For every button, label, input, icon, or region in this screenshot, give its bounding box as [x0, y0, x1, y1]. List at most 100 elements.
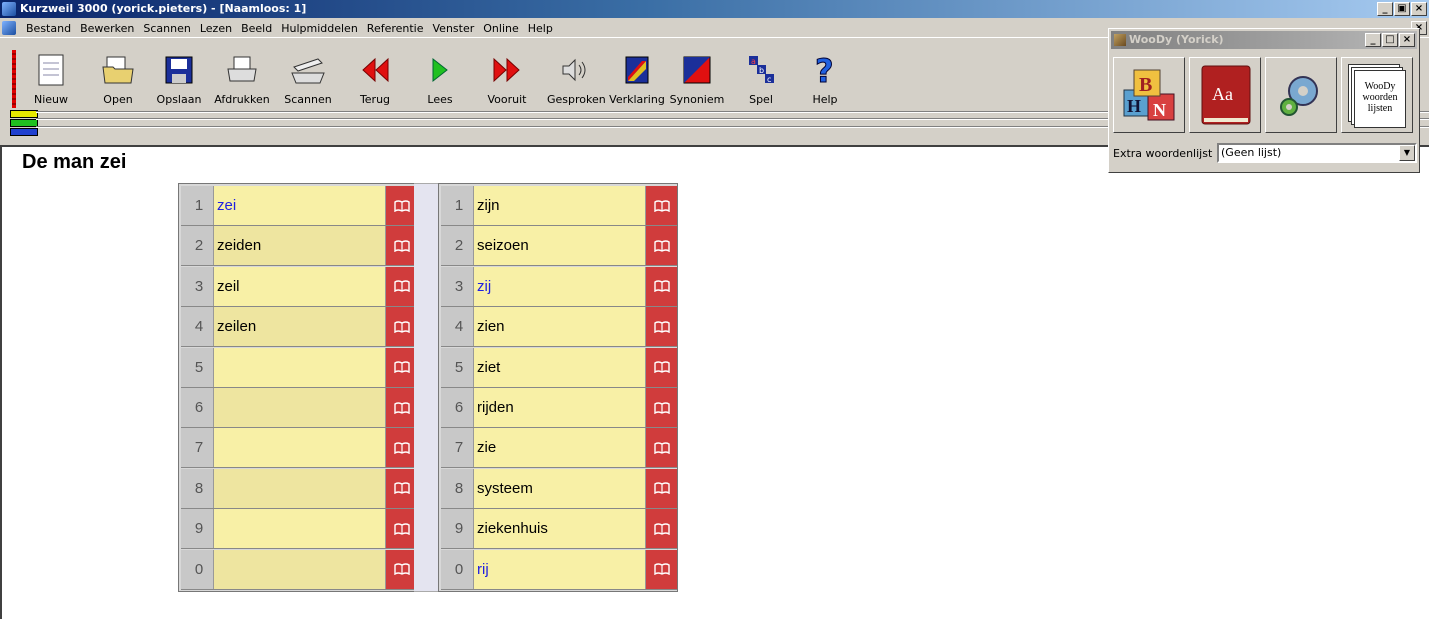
synoniem-button[interactable]: Synoniem	[669, 52, 725, 108]
prediction-row[interactable]: 1 zijn	[441, 186, 677, 226]
prediction-word[interactable]: seizoen	[474, 226, 646, 266]
prediction-row[interactable]: 1 zei	[181, 186, 417, 226]
open-book-icon[interactable]	[386, 266, 417, 306]
prediction-word[interactable]: rijden	[474, 388, 646, 427]
open-book-icon[interactable]	[386, 226, 417, 266]
terug-button[interactable]: Terug	[347, 52, 403, 108]
open-book-icon[interactable]	[386, 307, 417, 347]
prediction-row[interactable]: 6	[181, 388, 417, 428]
prediction-word[interactable]: rij	[474, 549, 646, 589]
prediction-word[interactable]	[214, 388, 386, 427]
open-book-icon[interactable]	[386, 186, 417, 225]
menu-scannen[interactable]: Scannen	[139, 22, 195, 35]
open-book-icon[interactable]	[646, 347, 677, 387]
menu-beeld[interactable]: Beeld	[237, 22, 277, 35]
app-icon[interactable]	[2, 2, 16, 16]
gesproken-button[interactable]: Gesproken	[547, 52, 606, 108]
document-icon[interactable]	[2, 21, 16, 35]
prediction-word[interactable]: systeem	[474, 468, 646, 508]
prediction-row[interactable]: 3 zij	[441, 266, 677, 307]
menu-bewerken[interactable]: Bewerken	[76, 22, 139, 35]
prediction-row[interactable]: 7 zie	[441, 428, 677, 469]
prediction-row[interactable]: 2 seizoen	[441, 226, 677, 267]
minimize-icon[interactable]: _	[1377, 2, 1393, 16]
prediction-row[interactable]: 9 ziekenhuis	[441, 509, 677, 550]
open-book-icon[interactable]	[386, 428, 417, 468]
open-button[interactable]: Open	[90, 52, 146, 108]
prediction-word[interactable]	[214, 347, 386, 387]
prediction-word[interactable]	[214, 468, 386, 508]
restore-icon[interactable]: ▣	[1394, 2, 1410, 16]
verklaring-button[interactable]: Verklaring	[609, 52, 665, 108]
title-bar[interactable]: Kurzweil 3000 (yorick.pieters) - [Naamlo…	[0, 0, 1429, 18]
open-book-icon[interactable]	[646, 428, 677, 468]
open-book-icon[interactable]	[646, 266, 677, 306]
prediction-row[interactable]: 6 rijden	[441, 388, 677, 428]
prediction-word[interactable]: zeil	[214, 266, 386, 306]
open-book-icon[interactable]	[646, 388, 677, 427]
close-icon[interactable]: ×	[1411, 2, 1427, 16]
nieuw-button[interactable]: Nieuw	[23, 52, 79, 108]
afdrukken-button[interactable]: Afdrukken	[214, 52, 270, 108]
open-book-icon[interactable]	[646, 549, 677, 589]
menu-bestand[interactable]: Bestand	[22, 22, 76, 35]
menu-help[interactable]: Help	[524, 22, 558, 35]
woody-abc-button[interactable]: B H N	[1113, 57, 1185, 133]
menu-lezen[interactable]: Lezen	[196, 22, 237, 35]
help-button[interactable]: ? Help	[797, 52, 853, 108]
minimize-icon[interactable]: _	[1365, 33, 1381, 47]
prediction-word[interactable]	[214, 509, 386, 549]
menu-venster[interactable]: Venster	[429, 22, 480, 35]
prediction-word[interactable]: zeiden	[214, 226, 386, 266]
lees-button[interactable]: Lees	[412, 52, 468, 108]
prediction-word[interactable]: zei	[214, 186, 386, 225]
spel-button[interactable]: a b c Spel	[733, 52, 789, 108]
woody-wordlists-button[interactable]: WooDy woorden lijsten	[1341, 57, 1413, 133]
prediction-word[interactable]: zien	[474, 307, 646, 347]
prediction-row[interactable]: 2 zeiden	[181, 226, 417, 267]
prediction-row[interactable]: 8 systeem	[441, 468, 677, 509]
prediction-word[interactable]: zijn	[474, 186, 646, 225]
open-book-icon[interactable]	[646, 468, 677, 508]
prediction-row[interactable]: 3 zeil	[181, 266, 417, 307]
prediction-row[interactable]: 5 ziet	[441, 347, 677, 388]
open-book-icon[interactable]	[386, 388, 417, 427]
woody-dictionary-button[interactable]: Aa	[1189, 57, 1261, 133]
close-icon[interactable]: ×	[1399, 33, 1415, 47]
prediction-row[interactable]: 5	[181, 347, 417, 388]
open-book-icon[interactable]	[386, 468, 417, 508]
woody-settings-button[interactable]	[1265, 57, 1337, 133]
menu-referentie[interactable]: Referentie	[363, 22, 429, 35]
scannen-button[interactable]: Scannen	[280, 52, 336, 108]
prediction-word[interactable]	[214, 549, 386, 589]
prediction-row[interactable]: 0 rij	[441, 549, 677, 590]
open-book-icon[interactable]	[386, 509, 417, 549]
extra-wordlist-select[interactable]: (Geen lijst) ▼	[1217, 143, 1417, 163]
prediction-row[interactable]: 8	[181, 468, 417, 509]
open-book-icon[interactable]	[386, 549, 417, 589]
prediction-row[interactable]: 9	[181, 509, 417, 550]
prediction-row[interactable]: 4 zien	[441, 307, 677, 348]
menu-online[interactable]: Online	[479, 22, 523, 35]
prediction-row[interactable]: 0	[181, 549, 417, 590]
vooruit-button[interactable]: Vooruit	[479, 52, 535, 108]
prediction-word[interactable]: zie	[474, 428, 646, 468]
prediction-row[interactable]: 7	[181, 428, 417, 469]
menu-hulpmiddelen[interactable]: Hulpmiddelen	[277, 22, 363, 35]
open-book-icon[interactable]	[646, 509, 677, 549]
prediction-word[interactable]: zij	[474, 266, 646, 306]
prediction-row[interactable]: 4 zeilen	[181, 307, 417, 348]
open-book-icon[interactable]	[646, 307, 677, 347]
opslaan-button[interactable]: Opslaan	[151, 52, 207, 108]
document-text[interactable]: De man zei	[22, 151, 126, 174]
prediction-word[interactable]: ziekenhuis	[474, 509, 646, 549]
prediction-word[interactable]: ziet	[474, 347, 646, 387]
open-book-icon[interactable]	[646, 226, 677, 266]
woody-title-bar[interactable]: WooDy (Yorick) _ □ ×	[1111, 31, 1417, 49]
maximize-icon[interactable]: □	[1382, 33, 1398, 47]
open-book-icon[interactable]	[646, 186, 677, 225]
prediction-word[interactable]	[214, 428, 386, 468]
chevron-down-icon[interactable]: ▼	[1399, 145, 1415, 161]
prediction-word[interactable]: zeilen	[214, 307, 386, 347]
open-book-icon[interactable]	[386, 347, 417, 387]
